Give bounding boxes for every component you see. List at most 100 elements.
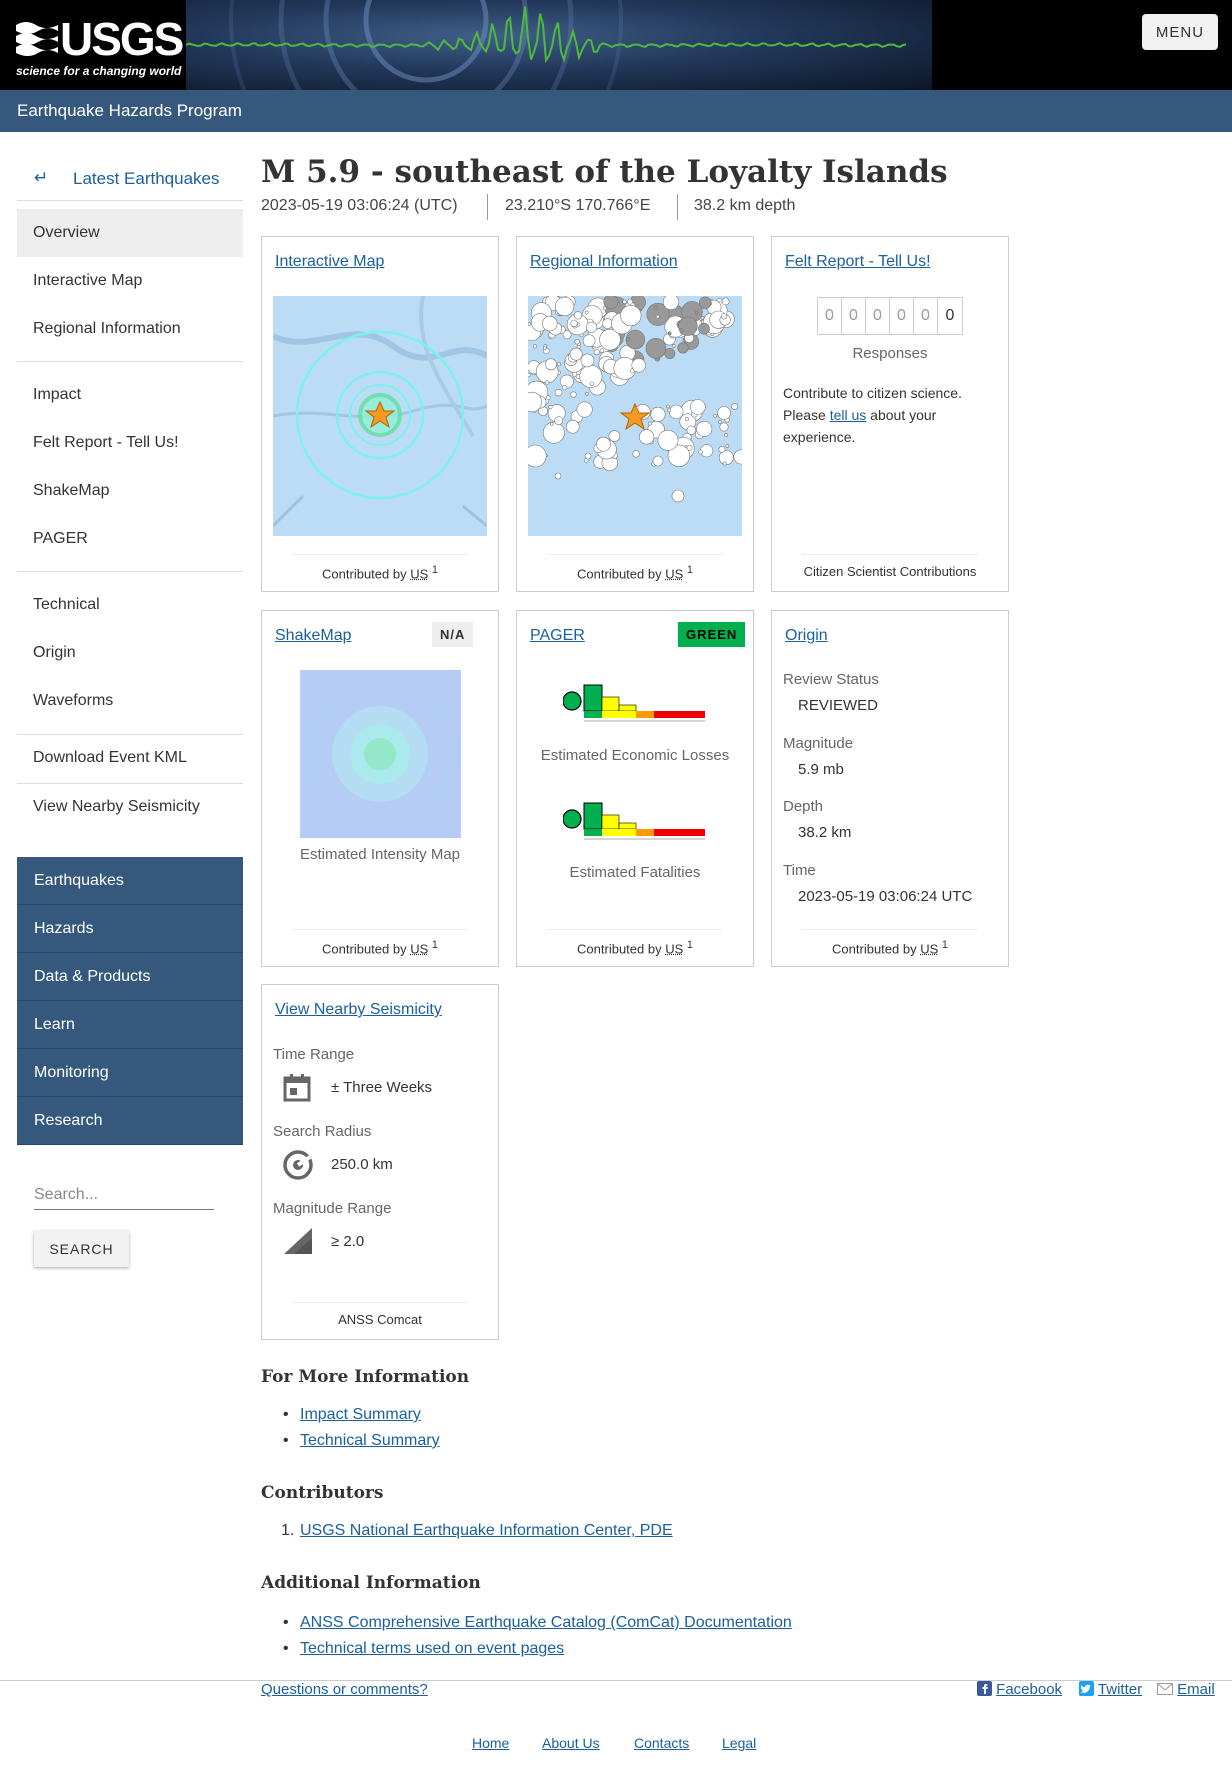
nav-data-products[interactable]: Data & Products: [17, 953, 243, 1001]
sidebar-item-impact[interactable]: Impact: [17, 371, 243, 419]
sidebar-item-overview[interactable]: Overview: [17, 209, 243, 257]
search-button[interactable]: SEARCH: [34, 1231, 129, 1267]
seismicity-event-dot: [620, 305, 642, 327]
seismicity-event-dot: [557, 362, 562, 367]
sidebar-item-technical[interactable]: Technical: [17, 581, 243, 629]
seismicity-event-dot: [570, 319, 578, 327]
more-info-list: • Impact Summary • Technical Summary: [283, 1406, 440, 1458]
origin-link[interactable]: Origin: [785, 627, 828, 645]
seismicity-event-dot: [700, 315, 705, 320]
sidebar-item-label: Download Event KML: [33, 749, 187, 766]
review-status-label: Review Status: [783, 671, 879, 688]
technical-terms-link[interactable]: Technical terms used on event pages: [300, 1640, 564, 1657]
footer-about-link[interactable]: About Us: [542, 1735, 600, 1751]
technical-summary-link[interactable]: Technical Summary: [300, 1432, 440, 1449]
shakemap-card: ShakeMap N/A Estimated Intensity Map Con…: [261, 610, 499, 967]
twitter-link[interactable]: Twitter: [1098, 1681, 1142, 1698]
email-share[interactable]: Email: [1157, 1681, 1215, 1698]
seismicity-event-dot: [650, 406, 666, 422]
seismicity-event-dot: [543, 346, 547, 350]
interactive-map-link[interactable]: Interactive Map: [275, 253, 384, 271]
neic-contributor-link[interactable]: USGS National Earthquake Information Cen…: [300, 1522, 673, 1539]
seismicity-event-dot: [666, 404, 670, 409]
footer-home-link[interactable]: Home: [472, 1735, 509, 1751]
nav-label: Learn: [34, 1016, 75, 1033]
nearby-seismicity-link[interactable]: View Nearby Seismicity: [275, 1001, 442, 1019]
impact-summary-link[interactable]: Impact Summary: [300, 1406, 421, 1423]
seismicity-event-dot: [655, 314, 660, 319]
menu-button[interactable]: MENU: [1142, 14, 1218, 50]
nav-learn[interactable]: Learn: [17, 1001, 243, 1049]
shakemap-link[interactable]: ShakeMap: [275, 627, 352, 645]
felt-cta-line: Contribute to citizen science.: [783, 385, 962, 401]
sidebar-item-pager[interactable]: PAGER: [17, 515, 243, 563]
contributor-network[interactable]: US: [665, 941, 683, 956]
pager-link[interactable]: PAGER: [530, 627, 585, 645]
seismicity-event-dot: [669, 404, 684, 420]
bullet: •: [283, 1640, 289, 1657]
facebook-icon: [977, 1681, 992, 1696]
usgs-logo[interactable]: USGS science for a changing world: [16, 16, 184, 78]
search-input[interactable]: [34, 1180, 214, 1210]
questions-link[interactable]: Questions or comments?: [261, 1681, 428, 1698]
seismicity-event-dot: [731, 403, 739, 411]
felt-report-link[interactable]: Felt Report - Tell Us!: [785, 253, 931, 271]
twitter-share[interactable]: Twitter: [1079, 1681, 1142, 1698]
sidebar-item-felt-report[interactable]: Felt Report - Tell Us!: [17, 419, 243, 467]
sidebar-item-waveforms[interactable]: Waveforms: [17, 677, 243, 725]
shakemap-caption: Estimated Intensity Map: [299, 846, 461, 863]
nav-monitoring[interactable]: Monitoring: [17, 1049, 243, 1097]
felt-cta-after: about your: [866, 407, 937, 423]
comcat-docs-link[interactable]: ANSS Comprehensive Earthquake Catalog (C…: [300, 1614, 792, 1631]
email-link[interactable]: Email: [1177, 1681, 1215, 1698]
card-footer-divider: [547, 554, 723, 555]
sidebar-divider: [17, 361, 243, 362]
sidebar-item-download-kml[interactable]: Download Event KML: [17, 734, 243, 782]
seismicity-event-dot: [596, 436, 611, 452]
sidebar-item-regional-information[interactable]: Regional Information: [17, 305, 243, 353]
footer-contacts-link[interactable]: Contacts: [634, 1735, 689, 1751]
seismicity-event-dot: [662, 296, 680, 310]
list-item: 1. USGS National Earthquake Information C…: [281, 1522, 673, 1548]
contributor-network[interactable]: US: [410, 941, 428, 956]
contributor-network[interactable]: US: [410, 566, 428, 581]
contributor-network[interactable]: US: [920, 941, 938, 956]
nav-hazards[interactable]: Hazards: [17, 905, 243, 953]
seismicity-event-dot: [570, 391, 577, 398]
card-footer-divider: [802, 929, 978, 930]
interactive-map-thumbnail[interactable]: [273, 296, 487, 536]
felt-cta-line: Please tell us about your: [783, 404, 998, 426]
calendar-icon: [283, 1074, 311, 1102]
sidebar-item-nearby-seismicity[interactable]: View Nearby Seismicity: [17, 783, 243, 831]
nav-research[interactable]: Research: [17, 1097, 243, 1145]
shakemap-contributor: Contributed by US 1: [262, 939, 498, 956]
regional-seismicity-thumbnail[interactable]: [528, 296, 742, 536]
contributor-network[interactable]: US: [665, 566, 683, 581]
seismicity-event-dot: [585, 391, 589, 396]
more-info-heading: For More Information: [261, 1367, 470, 1387]
seismicity-event-dot: [645, 337, 667, 359]
shakemap-thumbnail[interactable]: [300, 670, 461, 838]
facebook-link[interactable]: Facebook: [996, 1681, 1062, 1698]
sidebar-item-origin[interactable]: Origin: [17, 629, 243, 677]
regional-information-link[interactable]: Regional Information: [530, 253, 678, 271]
footer-legal-link[interactable]: Legal: [722, 1735, 756, 1751]
pager-fatalities-histogram[interactable]: [563, 801, 707, 857]
seismicity-event-dot: [638, 429, 655, 445]
sidebar-item-interactive-map[interactable]: Interactive Map: [17, 257, 243, 305]
nav-earthquakes[interactable]: Earthquakes: [17, 857, 243, 905]
meta-divider: [677, 194, 678, 220]
program-title[interactable]: Earthquake Hazards Program: [17, 101, 242, 121]
list-item: • Technical terms used on event pages: [283, 1640, 792, 1666]
pager-economic-histogram[interactable]: [563, 683, 707, 739]
nav-label: Data & Products: [34, 968, 151, 985]
sidebar-item-shakemap[interactable]: ShakeMap: [17, 467, 243, 515]
tell-us-link[interactable]: tell us: [830, 407, 867, 423]
card-footer-divider: [292, 1302, 468, 1303]
facebook-share[interactable]: Facebook: [977, 1681, 1062, 1698]
seismicity-event-dot: [686, 425, 697, 435]
seismicity-event-dot: [582, 334, 596, 348]
latest-earthquakes-link[interactable]: ↵ Latest Earthquakes: [17, 165, 243, 201]
seismicity-event-dot: [721, 297, 730, 306]
seismicity-event-dot: [685, 417, 690, 422]
